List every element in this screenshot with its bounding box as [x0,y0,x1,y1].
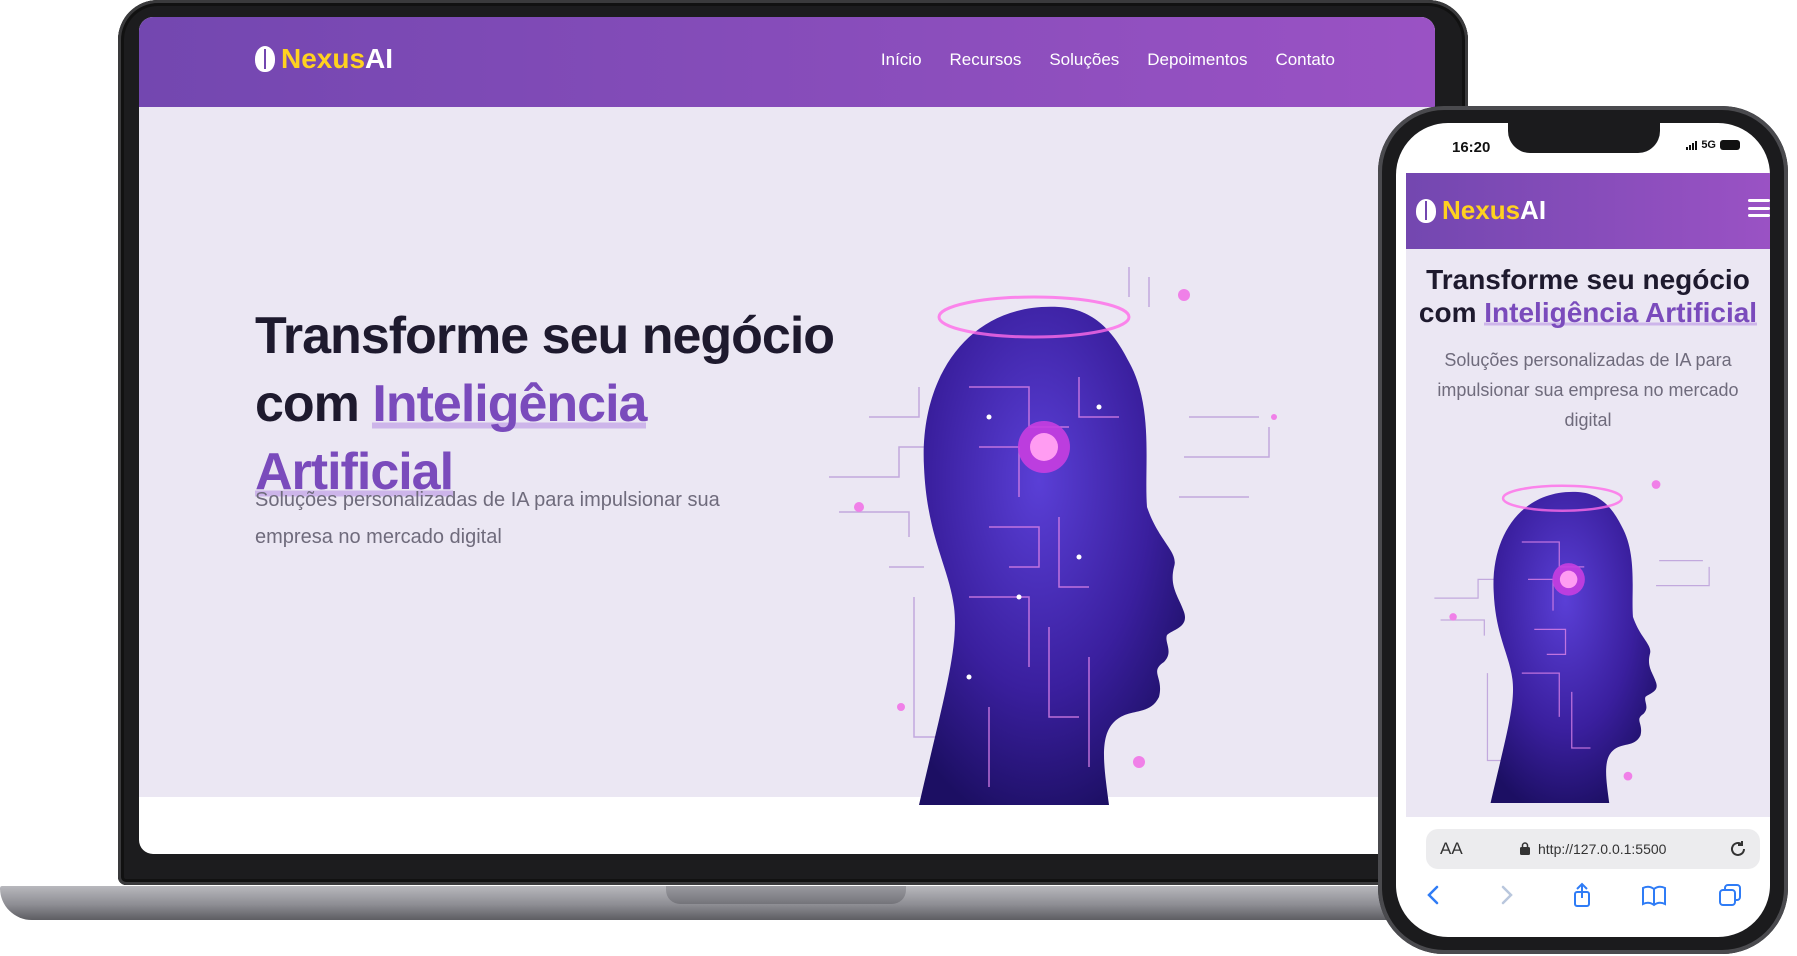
desktop-logo[interactable]: NexusAI [255,43,393,75]
desktop-nav-links: Início Recursos Soluções Depoimentos Con… [881,50,1335,70]
nav-link-inicio[interactable]: Início [881,50,922,70]
brain-icon [255,46,275,72]
mobile-hero-title-highlight: Inteligência Artificial [1484,297,1758,328]
lock-icon [1520,842,1530,855]
signal-icon [1686,140,1698,150]
hero-title: Transforme seu negócio com Inteligência … [255,302,835,506]
desktop-hero-section: Transforme seu negócio com Inteligência … [139,107,1435,805]
mobile-website: 16:20 5G NexusAI Transforme seu negócio … [1396,123,1770,937]
desktop-navbar: NexusAI Início Recursos Soluções Depoime… [139,17,1435,107]
status-time: 16:20 [1452,139,1491,156]
browser-url-bar[interactable]: AA http://127.0.0.1:5500 [1426,829,1760,869]
mobile-hero-subtitle: Soluções personalizadas de IA para impul… [1437,350,1739,430]
reload-icon[interactable] [1728,839,1748,859]
battery-icon [1720,140,1740,150]
url-text: http://127.0.0.1:5500 [1538,841,1667,857]
nav-link-contato[interactable]: Contato [1275,50,1335,70]
ai-head-illustration [1434,480,1710,803]
back-icon[interactable] [1420,881,1448,909]
brain-icon [1416,198,1436,223]
share-icon[interactable] [1568,881,1596,909]
nav-link-solucoes[interactable]: Soluções [1049,50,1119,70]
nav-link-depoimentos[interactable]: Depoimentos [1147,50,1247,70]
forward-icon[interactable] [1492,881,1520,909]
logo-ai-text: AI [1520,195,1547,225]
hero-title-prefix: com [255,375,373,433]
mobile-hero-section: Transforme seu negócio com Inteligência … [1406,249,1770,817]
network-label: 5G [1701,139,1716,151]
laptop-trackpad-notch [666,886,906,904]
phone-notch [1508,123,1660,153]
logo-ai-text: AI [365,43,394,74]
logo-nexus-text: Nexus [281,43,366,74]
tabs-icon[interactable] [1716,881,1744,909]
hero-title-line1: Transforme seu negócio [255,307,835,365]
mobile-hero-title-prefix: com [1418,297,1485,328]
logo-nexus-text: Nexus [1442,195,1521,225]
status-indicators: 5G [1686,139,1740,151]
ai-head-illustration [829,267,1277,805]
mobile-hero-title: Transforme seu negócio com Inteligência … [1406,263,1770,329]
hamburger-menu-icon[interactable] [1748,199,1770,217]
mobile-navbar: NexusAI [1406,173,1770,249]
text-size-button[interactable]: AA [1440,839,1463,859]
bookmarks-icon[interactable] [1640,881,1668,909]
nav-link-recursos[interactable]: Recursos [950,50,1022,70]
mobile-hero-title-line1: Transforme seu negócio [1426,264,1750,295]
hero-subtitle: Soluções personalizadas de IA para impul… [255,489,720,548]
desktop-website: NexusAI Início Recursos Soluções Depoime… [139,17,1435,854]
browser-toolbar [1396,881,1770,931]
mobile-logo[interactable]: NexusAI [1416,195,1546,226]
